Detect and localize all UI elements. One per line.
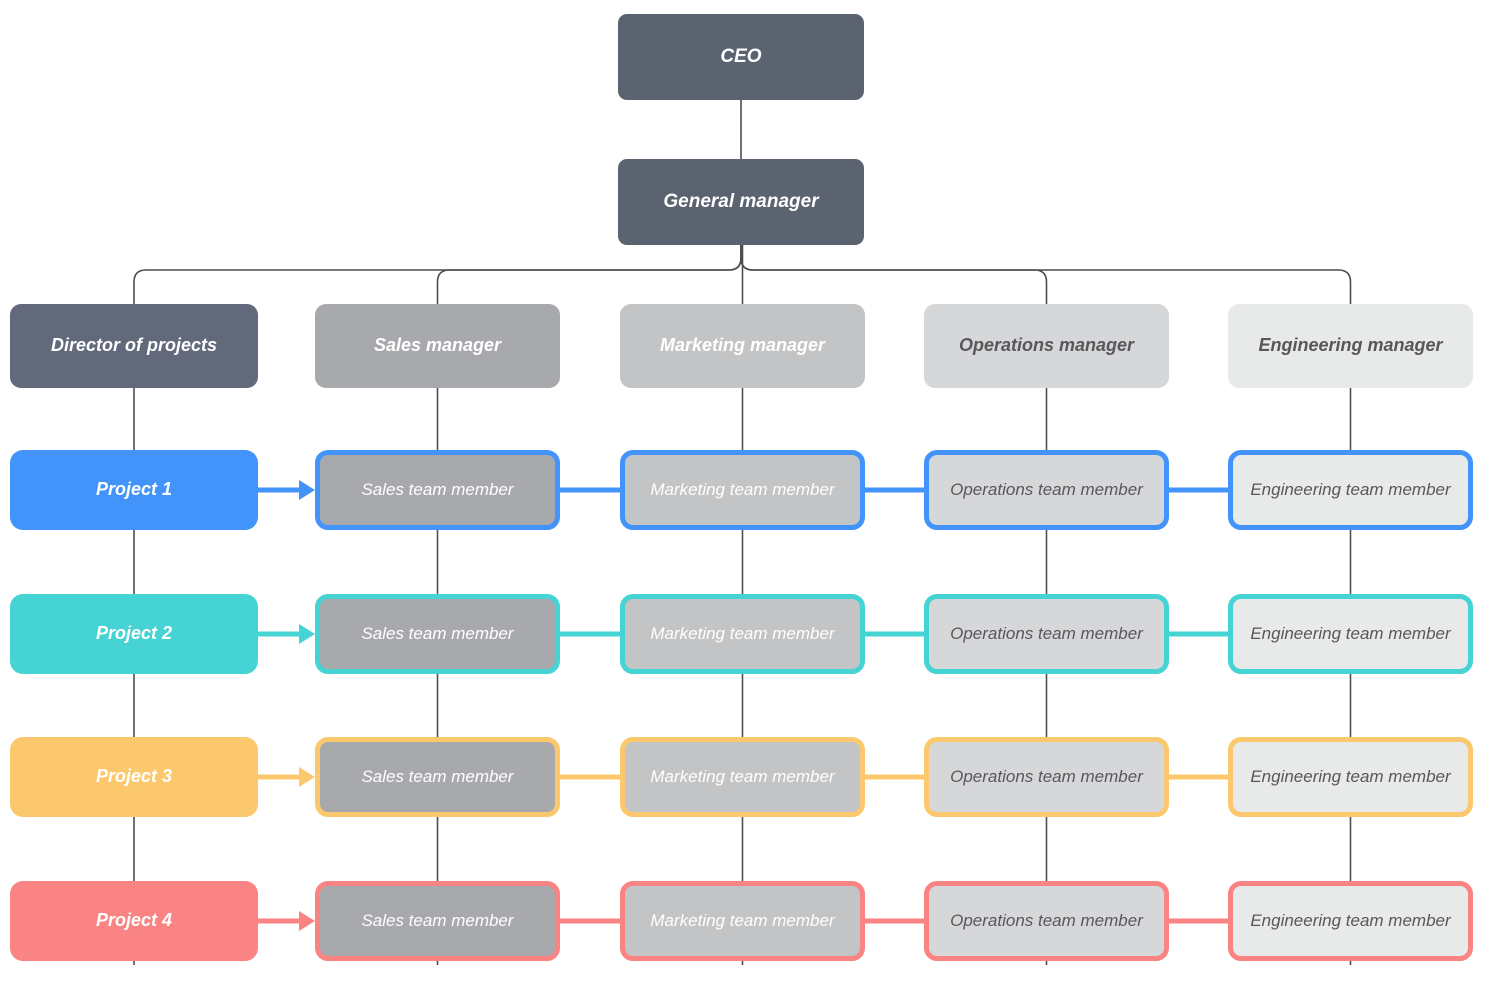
project-3-marketing-member-label: Marketing team member (650, 766, 835, 786)
project-4-marketing-member[interactable]: Marketing team member (620, 881, 865, 961)
arrowhead-project-1-to-sales (299, 480, 315, 500)
connector-general-manager-to-sales-manager (436, 245, 742, 304)
engineering-manager[interactable]: Engineering manager (1228, 304, 1473, 388)
project-4-engineering-member[interactable]: Engineering team member (1228, 881, 1473, 961)
project-3-label: Project 3 (95, 766, 173, 787)
connector-general-manager-to-engineering-manager (740, 245, 1352, 304)
project-1[interactable]: Project 1 (10, 450, 258, 530)
director-of-projects-label: Director of projects (50, 335, 218, 356)
sales-manager[interactable]: Sales manager (315, 304, 560, 388)
ceo-label: CEO (720, 45, 762, 67)
project-4-label: Project 4 (95, 910, 173, 931)
sales-manager-label: Sales manager (373, 335, 502, 356)
project-2-engineering-member-label: Engineering team member (1250, 623, 1451, 643)
project-4[interactable]: Project 4 (10, 881, 258, 961)
project-1-operations-member-label: Operations team member (950, 479, 1143, 499)
director-of-projects[interactable]: Director of projects (10, 304, 258, 388)
project-4-operations-member[interactable]: Operations team member (924, 881, 1169, 961)
marketing-manager-label: Marketing manager (659, 335, 826, 356)
project-4-sales-member[interactable]: Sales team member (315, 881, 560, 961)
engineering-manager-label: Engineering manager (1258, 335, 1443, 356)
project-3-engineering-member[interactable]: Engineering team member (1228, 737, 1473, 817)
project-2[interactable]: Project 2 (10, 594, 258, 674)
connector-general-manager-to-operations-manager (740, 245, 1048, 304)
project-4-marketing-member-label: Marketing team member (650, 910, 835, 930)
project-3-marketing-member[interactable]: Marketing team member (620, 737, 865, 817)
project-3-operations-member[interactable]: Operations team member (924, 737, 1169, 817)
project-1-operations-member[interactable]: Operations team member (924, 450, 1169, 530)
project-1-label: Project 1 (95, 479, 173, 500)
project-2-engineering-member[interactable]: Engineering team member (1228, 594, 1473, 674)
project-2-sales-member-label: Sales team member (361, 623, 514, 643)
project-1-engineering-member-label: Engineering team member (1250, 479, 1451, 499)
arrowhead-project-2-to-sales (299, 624, 315, 644)
project-2-operations-member-label: Operations team member (950, 623, 1143, 643)
project-1-sales-member-label: Sales team member (361, 479, 514, 499)
project-1-marketing-member[interactable]: Marketing team member (620, 450, 865, 530)
project-1-marketing-member-label: Marketing team member (650, 479, 835, 499)
project-2-sales-member[interactable]: Sales team member (315, 594, 560, 674)
project-3-sales-member[interactable]: Sales team member (315, 737, 560, 817)
operations-manager-label: Operations manager (958, 335, 1135, 356)
project-3-sales-member-label: Sales team member (361, 766, 514, 786)
project-3-operations-member-label: Operations team member (950, 766, 1143, 786)
arrowhead-project-3-to-sales (299, 767, 315, 787)
general-manager[interactable]: General manager (618, 159, 864, 245)
project-1-engineering-member[interactable]: Engineering team member (1228, 450, 1473, 530)
matrix-org-chart: CEO General manager Director of projects Sa… (0, 0, 1492, 982)
project-3[interactable]: Project 3 (10, 737, 258, 817)
project-4-operations-member-label: Operations team member (950, 910, 1143, 930)
connector-general-manager-to-director-of-projects (133, 245, 742, 304)
project-4-sales-member-label: Sales team member (361, 910, 514, 930)
general-manager-label: General manager (663, 190, 819, 212)
project-2-marketing-member-label: Marketing team member (650, 623, 835, 643)
arrowhead-project-4-to-sales (299, 911, 315, 931)
project-2-marketing-member[interactable]: Marketing team member (620, 594, 865, 674)
marketing-manager[interactable]: Marketing manager (620, 304, 865, 388)
project-1-sales-member[interactable]: Sales team member (315, 450, 560, 530)
operations-manager[interactable]: Operations manager (924, 304, 1169, 388)
ceo[interactable]: CEO (618, 14, 864, 100)
project-2-label: Project 2 (95, 623, 173, 644)
project-4-engineering-member-label: Engineering team member (1250, 910, 1451, 930)
project-2-operations-member[interactable]: Operations team member (924, 594, 1169, 674)
project-3-engineering-member-label: Engineering team member (1250, 766, 1451, 786)
